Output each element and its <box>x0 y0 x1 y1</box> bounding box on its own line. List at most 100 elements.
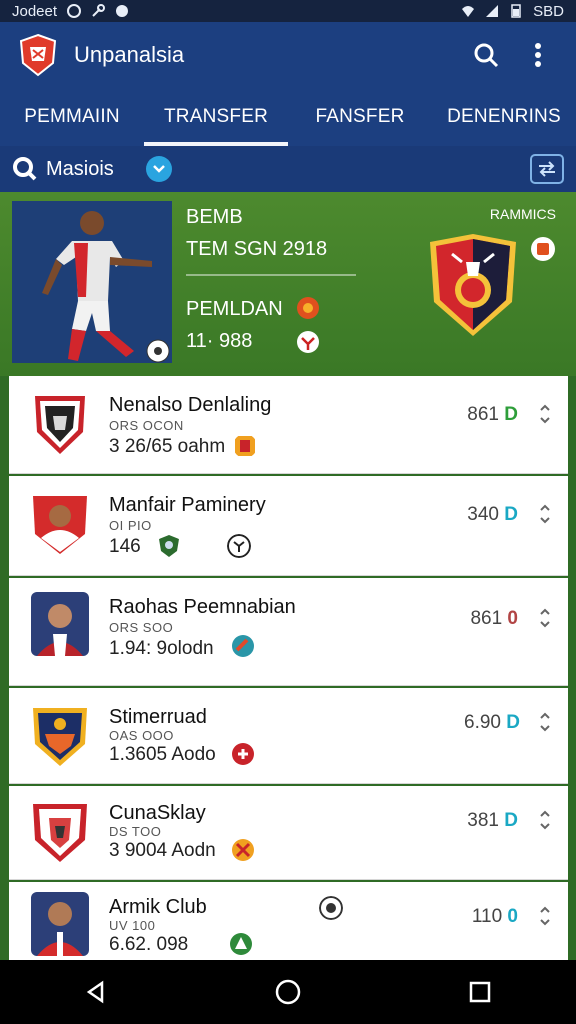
hero-season: TEM SGN 2918 <box>186 238 328 260</box>
featured-transfer-card[interactable]: BEMB TEM SGN 2918 PEMLDAN 11· 988 RAMMIC… <box>0 192 576 376</box>
status-left-text: Jodeet <box>12 2 58 20</box>
sync-icon <box>116 5 129 17</box>
value-accent: D <box>506 712 520 733</box>
value-number: 381 <box>467 810 499 831</box>
notification-icon <box>67 4 82 18</box>
club-chip-icon <box>232 839 254 861</box>
transfer-value: 110 0 <box>472 906 518 928</box>
hero-label-small: RAMMICS <box>489 206 556 222</box>
club-crest-icon <box>35 396 85 454</box>
club-name: Stimerruad <box>109 706 207 728</box>
player-photo <box>12 201 172 363</box>
player-sub: OI PIO <box>109 518 152 533</box>
list-item[interactable]: Nenalso Denlaling ORS OCON 3 26/65 oahm … <box>9 376 568 474</box>
home-button[interactable] <box>268 972 308 1012</box>
list-item[interactable]: CunaSklay DS TOO 3 9004 Aodn 381 D <box>9 786 568 880</box>
player-avatar <box>31 592 89 656</box>
more-vert-icon <box>535 43 541 67</box>
tab-label: PEMMAIIN <box>24 106 120 127</box>
reorder-icon[interactable] <box>538 608 552 628</box>
back-button[interactable] <box>76 972 116 1012</box>
reorder-icon[interactable] <box>538 906 552 926</box>
player-avatar <box>33 496 87 554</box>
player-sub: UV 100 <box>109 918 156 933</box>
filter-label[interactable]: Masiois <box>46 158 114 181</box>
transfer-value: 381 D <box>467 810 518 832</box>
transfer-value: 861 D <box>467 404 518 426</box>
player-name: Raohas Peemnabian <box>109 596 296 618</box>
list-item[interactable]: Raohas Peemnabian ORS SOO 1.94: 9olodn 8… <box>9 578 568 686</box>
transfer-value: 340 D <box>467 504 518 526</box>
tab-label: FANSFER <box>315 106 405 127</box>
club-chip-icon <box>230 933 252 955</box>
ball-icon <box>227 534 251 558</box>
status-right-text: SBD <box>533 2 564 20</box>
list-item[interactable]: Armik Club UV 100 6.62. 098 110 0 <box>9 882 568 966</box>
club-chip-icon <box>232 635 254 657</box>
signal-icon <box>486 5 499 17</box>
player-meta: 1.94: 9olodn <box>109 638 214 659</box>
club-crest-icon <box>33 804 87 862</box>
badge-icon[interactable] <box>530 236 556 262</box>
club-chip-icon <box>232 743 254 765</box>
system-nav-bar <box>0 960 576 1024</box>
club-sub: OAS OOO <box>109 728 174 743</box>
overflow-menu-button[interactable] <box>518 35 558 75</box>
value-accent: 0 <box>507 906 518 927</box>
value-number: 861 <box>467 404 499 425</box>
tab-transfer[interactable]: TRANSFER <box>144 88 288 146</box>
value-number: 6.90 <box>464 712 501 733</box>
tab-label: DENENRINS <box>447 106 561 127</box>
player-avatar <box>31 892 89 956</box>
app-title: Unpanalsia <box>74 42 185 67</box>
app-logo-icon <box>19 33 57 77</box>
battery-icon <box>511 4 521 18</box>
transfer-value: 6.90 D <box>464 712 520 734</box>
filter-bar: Masiois <box>0 146 576 192</box>
club-meta: 3 26/65 oahm <box>109 436 226 457</box>
club-shield-icon <box>159 535 179 557</box>
search-icon <box>474 43 499 68</box>
tab-bar: PEMMAIIN TRANSFER FANSFER DENENRINS <box>0 88 576 146</box>
club-name: Nenalso Denlaling <box>109 394 272 416</box>
value-number: 110 <box>471 906 503 927</box>
club-crest-icon <box>33 708 87 766</box>
reorder-icon[interactable] <box>538 404 552 424</box>
hero-line3: PEMLDAN <box>186 298 283 320</box>
recents-icon <box>469 981 491 1003</box>
swap-button[interactable] <box>530 154 564 184</box>
club-mini-icon <box>297 297 319 319</box>
reorder-icon[interactable] <box>538 712 552 732</box>
hero-divider <box>186 274 356 276</box>
tab-fansfer[interactable]: FANSFER <box>288 88 432 146</box>
recents-button[interactable] <box>460 972 500 1012</box>
value-number: 340 <box>467 504 499 525</box>
club-meta: 3 9004 Aodn <box>109 840 216 861</box>
tab-denenrins[interactable]: DENENRINS <box>432 88 576 146</box>
tab-label: TRANSFER <box>164 106 268 127</box>
player-sub: ORS SOO <box>109 620 174 635</box>
reorder-icon[interactable] <box>538 504 552 524</box>
app-bar: Unpanalsia <box>0 22 576 88</box>
club-crest-icon <box>430 234 516 336</box>
value-accent: D <box>504 404 518 425</box>
list-item[interactable]: Stimerruad OAS OOO 1.3605 Aodo 6.90 D <box>9 688 568 784</box>
tab-pemmaiin[interactable]: PEMMAIIN <box>0 88 144 146</box>
club-chip-icon <box>235 436 255 456</box>
player-meta: 6.62. 098 <box>109 934 189 955</box>
player-name: Manfair Paminery <box>109 494 266 516</box>
club-sub: DS TOO <box>109 824 162 839</box>
home-icon <box>275 979 301 1005</box>
search-button[interactable] <box>466 35 506 75</box>
value-accent: 0 <box>507 608 518 629</box>
wrench-icon <box>92 4 106 17</box>
reorder-icon[interactable] <box>538 810 552 830</box>
filter-dropdown-button[interactable] <box>145 156 172 182</box>
club-meta: 1.3605 Aodo <box>109 744 216 765</box>
status-bar: Jodeet SBD <box>0 0 576 22</box>
value-accent: D <box>504 504 518 525</box>
wifi-icon <box>462 6 475 17</box>
list-item[interactable]: Manfair Paminery OI PIO 146 340 D <box>9 476 568 576</box>
value-accent: D <box>504 810 518 831</box>
search-filter-icon[interactable] <box>12 156 38 182</box>
